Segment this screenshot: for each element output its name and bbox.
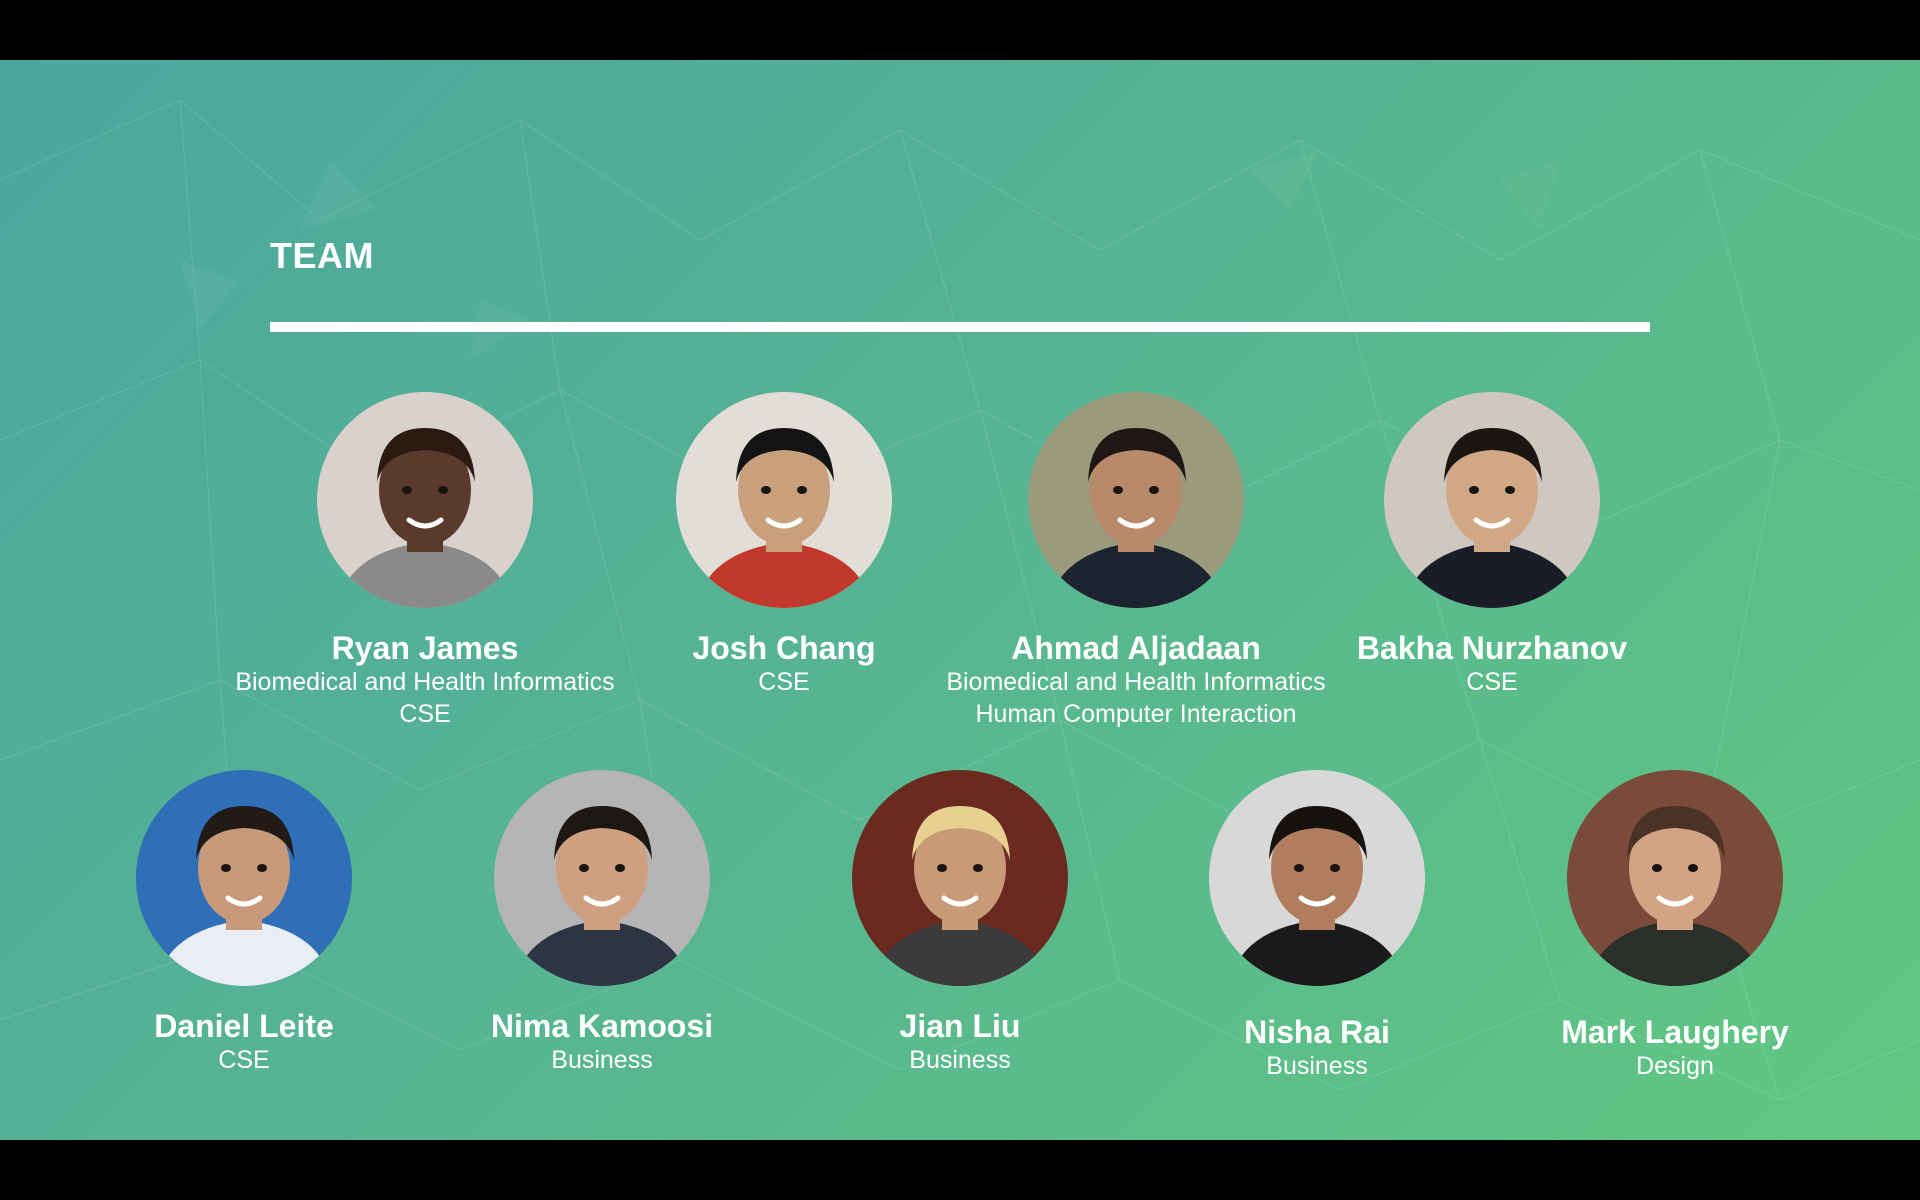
letterbox-bottom: [0, 1140, 1920, 1200]
avatar: [1384, 392, 1600, 608]
avatar: [1028, 392, 1244, 608]
team-member-mark-laughery: Mark Laughery Design: [1455, 770, 1895, 1082]
member-name: Mark Laughery: [1561, 1014, 1789, 1050]
avatar: [852, 770, 1068, 986]
page-title: TEAM: [270, 235, 374, 276]
member-name: Bakha Nurzhanov: [1356, 630, 1628, 666]
title-divider: [270, 322, 1650, 332]
letterbox-top: [0, 0, 1920, 60]
member-role: Human Computer Interaction: [975, 700, 1297, 728]
avatar: [317, 392, 533, 608]
member-role: CSE: [399, 700, 451, 728]
team-member-bakha-nurzhanov: Bakha Nurzhanov CSE: [1272, 392, 1712, 698]
avatar: [136, 770, 352, 986]
team-slide: TEAM Ryan James Biomedical and Health Inf…: [0, 60, 1920, 1140]
avatar: [676, 392, 892, 608]
avatar: [494, 770, 710, 986]
avatar: [1209, 770, 1425, 986]
avatar: [1567, 770, 1783, 986]
member-role: CSE: [1466, 668, 1518, 696]
member-role: Design: [1636, 1052, 1714, 1080]
